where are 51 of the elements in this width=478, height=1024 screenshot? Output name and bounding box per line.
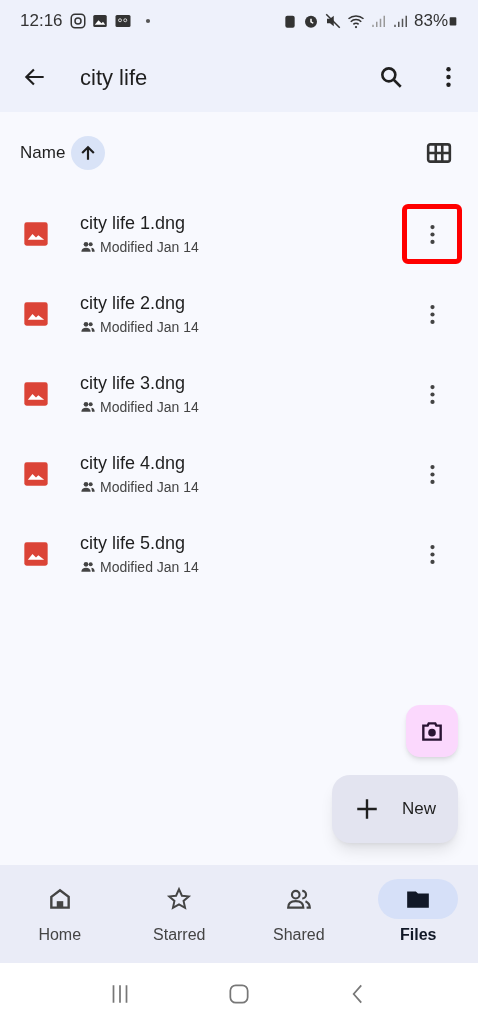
image-file-icon (22, 220, 50, 248)
file-row[interactable]: city life 3.dng Modified Jan 14 (0, 354, 478, 434)
nav-tab[interactable]: Home (0, 879, 120, 947)
file-row[interactable]: city life 1.dng Modified Jan 14 (0, 194, 478, 274)
sort-label[interactable]: Name (20, 140, 66, 166)
battery-level: 83% (413, 10, 448, 33)
file-name: city life 1.dng (80, 211, 187, 235)
more-vertical-icon (429, 384, 435, 404)
image-file-icon (22, 540, 50, 568)
file-modified-date: Modified Jan 14 (100, 317, 199, 337)
camera-app-icon (68, 12, 87, 30)
file-modified-date: Modified Jan 14 (100, 477, 199, 497)
mute-icon (323, 12, 342, 30)
more-vertical-icon (429, 304, 435, 324)
status-time: 12:16 (20, 10, 63, 33)
folder-title: city life (80, 63, 148, 92)
nav-tab[interactable]: Shared (239, 879, 359, 947)
more-vertical-icon (429, 224, 435, 244)
file-row[interactable]: city life 5.dng Modified Jan 14 (0, 514, 478, 594)
file-modified-date: Modified Jan 14 (100, 557, 199, 577)
wifi-icon (345, 12, 366, 30)
file-modified-date: Modified Jan 14 (100, 237, 199, 257)
nav-tab[interactable]: Files (358, 879, 478, 947)
file-row[interactable]: city life 2.dng Modified Jan 14 (0, 274, 478, 354)
image-file-icon (22, 460, 50, 488)
sort-direction-button[interactable] (71, 136, 106, 170)
people-icon (80, 319, 96, 335)
people-icon (80, 399, 96, 415)
file-row[interactable]: city life 4.dng Modified Jan 14 (0, 434, 478, 514)
more-vertical-icon (429, 464, 435, 484)
people-icon (80, 559, 96, 575)
new-button[interactable]: New (332, 775, 458, 843)
file-name: city life 5.dng (80, 531, 187, 555)
people-icon (80, 479, 96, 495)
image-icon (90, 12, 109, 30)
camera-button[interactable] (406, 705, 458, 757)
more-vertical-icon (445, 67, 451, 87)
file-name: city life 3.dng (80, 371, 187, 395)
star-icon (166, 886, 193, 912)
plus-icon (354, 796, 380, 822)
file-name: city life 4.dng (80, 451, 187, 475)
search-icon (378, 64, 404, 90)
file-modified-date: Modified Jan 14 (100, 397, 199, 417)
file-options-button[interactable] (402, 204, 462, 264)
grid-icon (426, 140, 452, 166)
nav-tab[interactable]: Starred (119, 879, 239, 947)
file-name: city life 2.dng (80, 291, 187, 315)
people-icon (80, 239, 96, 255)
more-vertical-icon (429, 544, 435, 564)
image-file-icon (22, 300, 50, 328)
image-file-icon (22, 380, 50, 408)
